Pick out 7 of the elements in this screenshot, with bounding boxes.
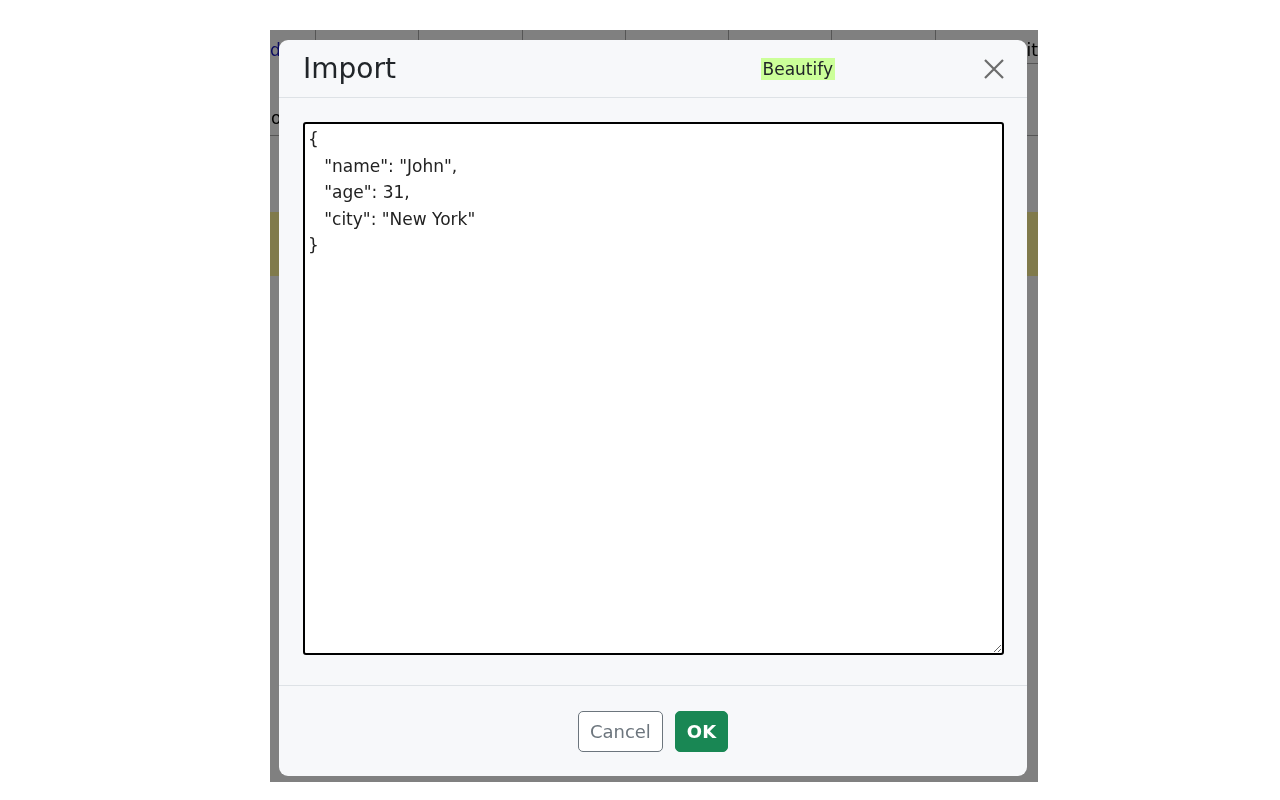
dialog-title: Import: [303, 52, 397, 85]
json-text-area[interactable]: { "name": "John", "age": 31, "city": "New York" }: [303, 122, 1004, 655]
close-icon[interactable]: [983, 57, 1005, 80]
ok-button[interactable]: OK: [674, 710, 729, 752]
cancel-button[interactable]: Cancel: [577, 710, 663, 752]
beautify-button[interactable]: Beautify: [760, 57, 835, 80]
toolbar-text: it: [1026, 40, 1038, 60]
